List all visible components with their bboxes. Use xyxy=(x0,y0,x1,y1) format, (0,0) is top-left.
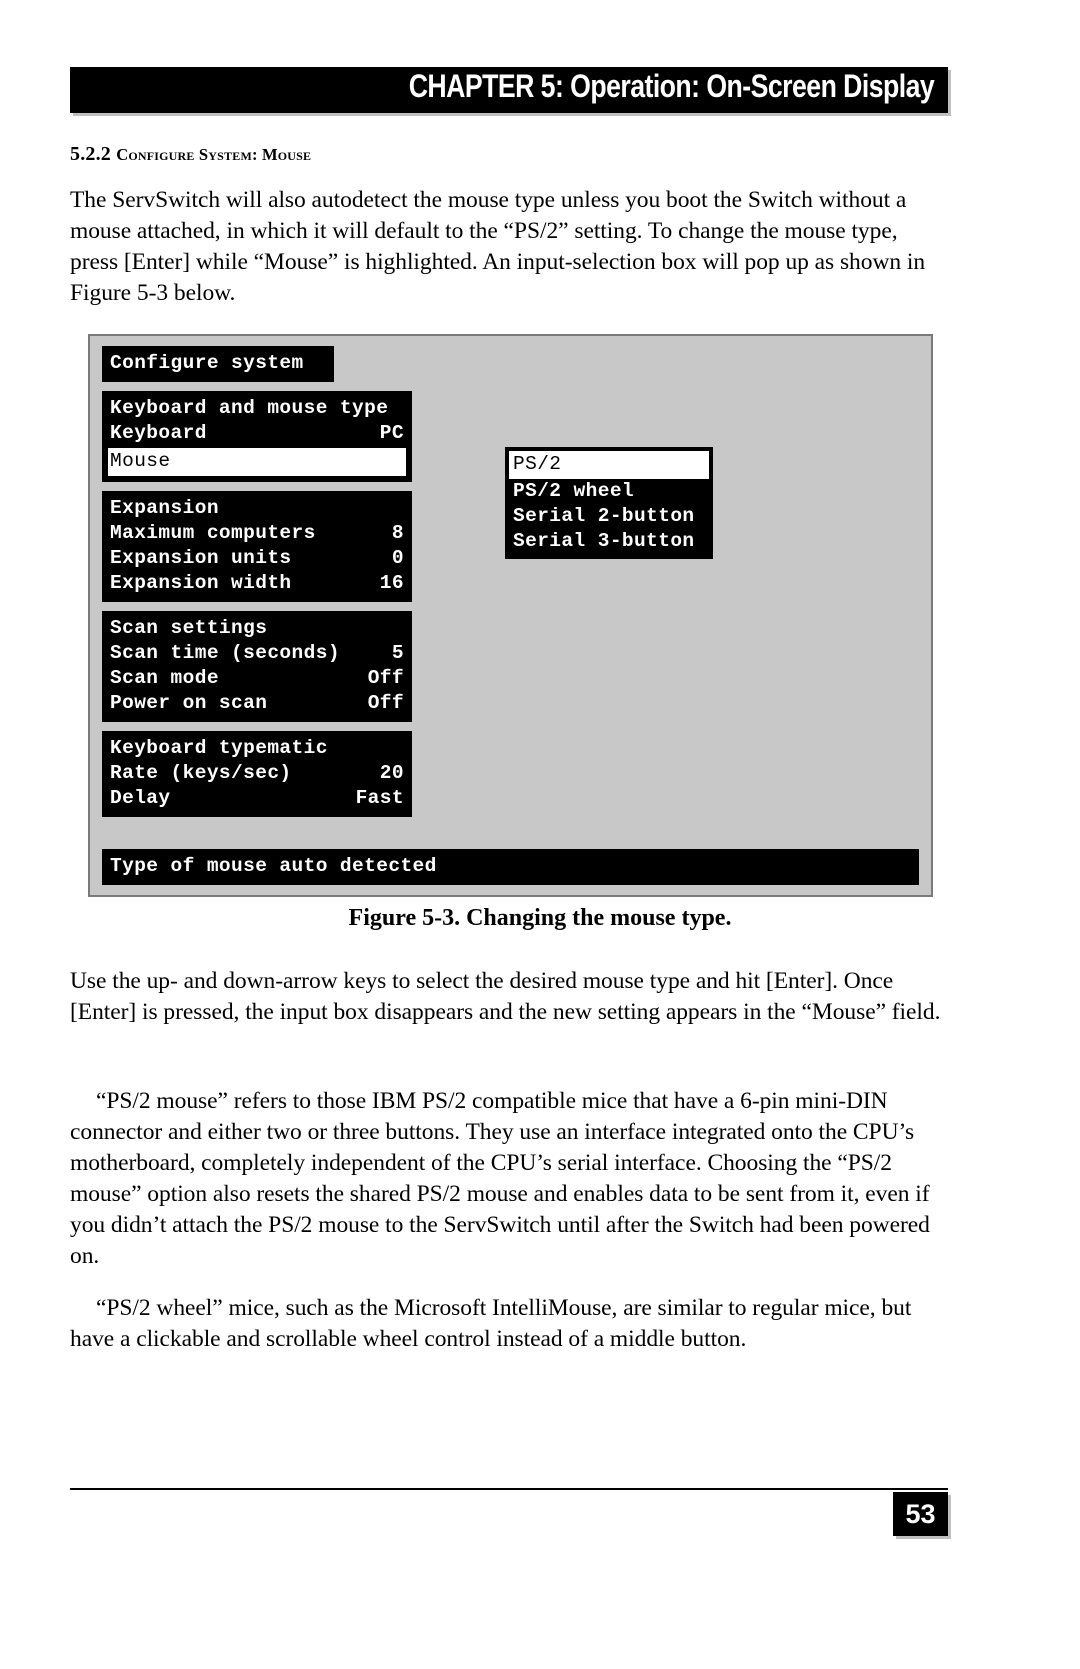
page-number: 53 xyxy=(905,1498,936,1529)
osd-row-value: PC xyxy=(379,422,404,444)
popup-option-serial-3-button[interactable]: Serial 3-button xyxy=(509,529,709,554)
popup-option-ps2-wheel[interactable]: PS/2 wheel xyxy=(509,479,709,504)
osd-section-heading: Keyboard typematic xyxy=(110,737,328,759)
osd-section-keyboard-typematic: Keyboard typematic Rate (keys/sec) 20 De… xyxy=(102,731,412,817)
osd-section-expansion: Expansion Maximum computers 8 Expansion … xyxy=(102,491,412,602)
osd-row-keyboard[interactable]: Keyboard PC xyxy=(108,421,406,446)
osd-row-label: Keyboard xyxy=(110,422,207,444)
osd-status-bar: Type of mouse auto detected xyxy=(102,849,919,885)
osd-row-value: Off xyxy=(367,667,404,689)
popup-option-serial-2-button[interactable]: Serial 2-button xyxy=(509,504,709,529)
osd-row-label: Power on scan xyxy=(110,692,268,714)
osd-section-scan-settings: Scan settings Scan time (seconds) 5 Scan… xyxy=(102,611,412,722)
osd-section-heading: Scan settings xyxy=(110,617,268,639)
paragraph-ps2-mouse: “PS/2 mouse” refers to those IBM PS/2 co… xyxy=(70,1088,930,1269)
osd-row-scan-mode[interactable]: Scan mode Off xyxy=(108,666,406,691)
popup-option-ps2[interactable]: PS/2 xyxy=(509,451,709,479)
osd-row-maximum-computers[interactable]: Maximum computers 8 xyxy=(108,521,406,546)
paragraph-ps2-wheel: “PS/2 wheel” mice, such as the Microsoft… xyxy=(70,1295,912,1352)
osd-row-label: Expansion units xyxy=(110,547,292,569)
osd-row-value: 16 xyxy=(379,572,404,594)
manual-page: CHAPTER 5: Operation: On-Screen Display … xyxy=(0,0,1080,1669)
osd-row-label: Mouse xyxy=(110,450,171,472)
osd-row-label: Scan time (seconds) xyxy=(110,642,340,664)
osd-row-mouse[interactable]: Mouse xyxy=(108,448,406,476)
running-head-title: CHAPTER 5: Operation: On-Screen Display xyxy=(408,68,934,105)
osd-section-heading: Keyboard and mouse type xyxy=(110,397,389,419)
osd-row-delay[interactable]: Delay Fast xyxy=(108,786,406,811)
osd-row-scan-time[interactable]: Scan time (seconds) 5 xyxy=(108,641,406,666)
osd-row-rate[interactable]: Rate (keys/sec) 20 xyxy=(108,761,406,786)
osd-row-expansion-units[interactable]: Expansion units 0 xyxy=(108,546,406,571)
osd-row-expansion-width[interactable]: Expansion width 16 xyxy=(108,571,406,596)
osd-row-label: Scan mode xyxy=(110,667,219,689)
osd-menu-column: Configure system Keyboard and mouse type… xyxy=(102,346,412,817)
osd-row-power-on-scan[interactable]: Power on scan Off xyxy=(108,691,406,716)
osd-row-value: Off xyxy=(367,692,404,714)
osd-row-label: Expansion width xyxy=(110,572,292,594)
paragraph-intro: The ServSwitch will also autodetect the … xyxy=(70,187,926,306)
osd-row-label: Maximum computers xyxy=(110,522,316,544)
footer-rule xyxy=(70,1488,948,1490)
figure-osd-screen: Configure system Keyboard and mouse type… xyxy=(88,334,933,897)
osd-row-value: 20 xyxy=(379,762,404,784)
running-head-bar: CHAPTER 5: Operation: On-Screen Display xyxy=(70,67,948,113)
section-number: 5.2.2 xyxy=(70,143,117,165)
osd-row-value: 8 xyxy=(391,522,404,544)
osd-screen-title: Configure system xyxy=(110,352,304,374)
paragraph-use-arrow-keys: Use the up- and down-arrow keys to selec… xyxy=(70,968,941,1025)
osd-row-label: Rate (keys/sec) xyxy=(110,762,292,784)
osd-section-keyboard-mouse-type: Keyboard and mouse type Keyboard PC Mous… xyxy=(102,391,412,482)
osd-section-heading: Expansion xyxy=(110,497,219,519)
figure-caption: Figure 5-3. Changing the mouse type. xyxy=(348,905,732,931)
osd-row-value: Fast xyxy=(355,787,404,809)
mouse-type-popup[interactable]: PS/2 PS/2 wheel Serial 2-button Serial 3… xyxy=(505,447,713,559)
section-title: Configure System: Mouse xyxy=(116,145,312,164)
osd-row-value: 0 xyxy=(391,547,404,569)
osd-screen-title-block: Configure system xyxy=(102,346,334,382)
osd-row-label: Delay xyxy=(110,787,171,809)
section-heading: 5.2.2 Configure System: Mouse xyxy=(70,143,311,166)
osd-row-value: 5 xyxy=(391,642,404,664)
page-number-box: 53 xyxy=(893,1492,948,1536)
